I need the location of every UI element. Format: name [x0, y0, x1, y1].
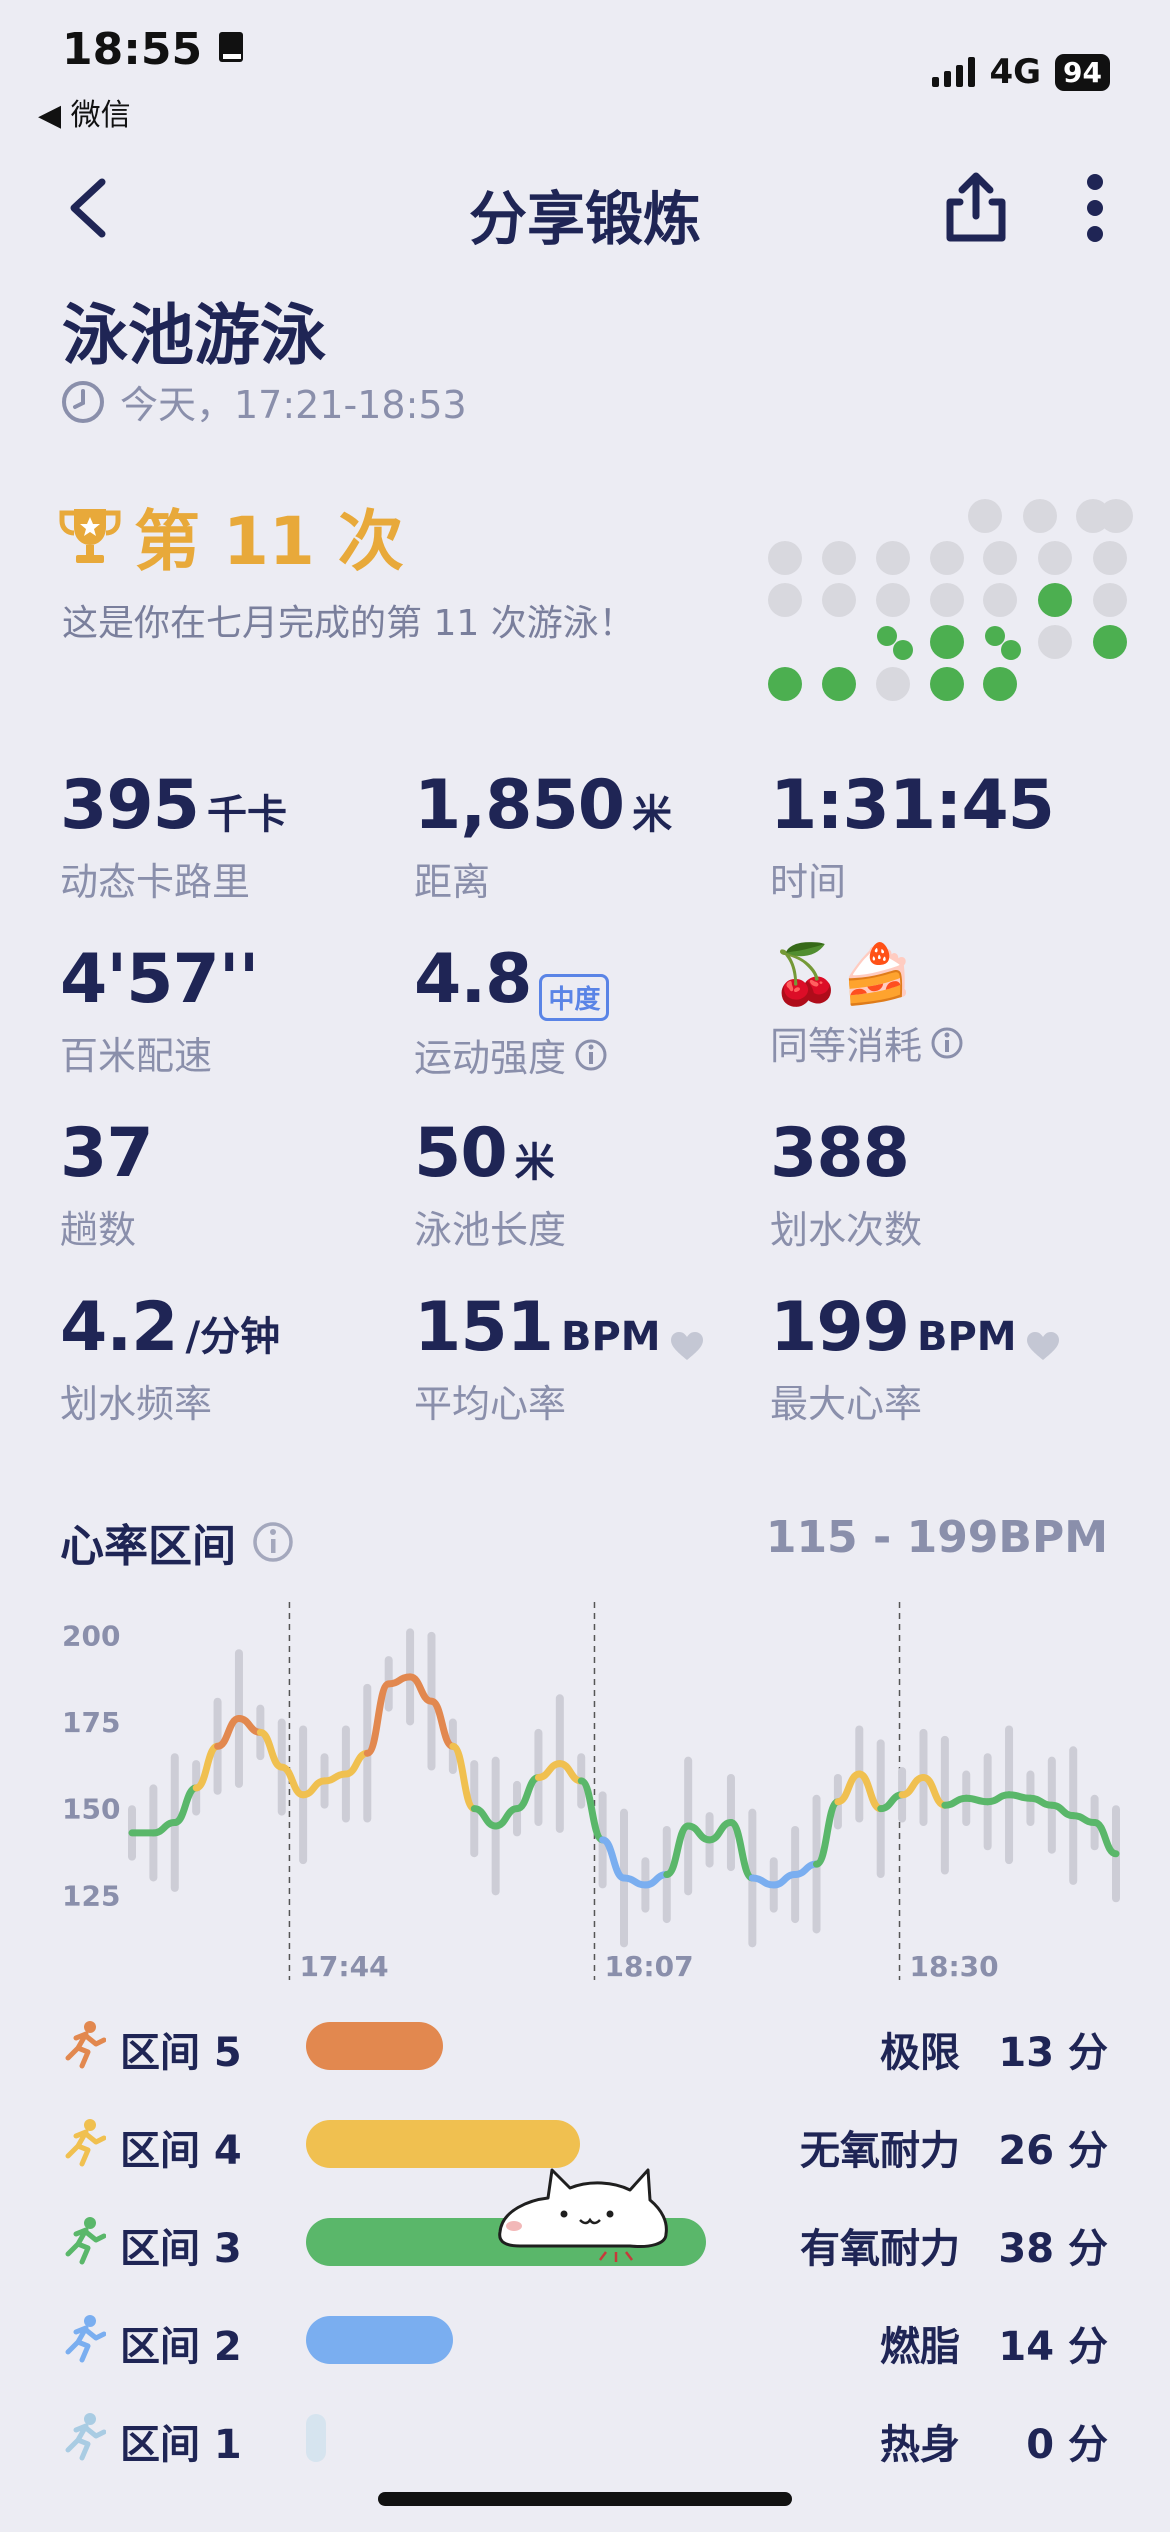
- zone-minutes: 26 分: [998, 2128, 1108, 2174]
- share-button[interactable]: [936, 168, 1016, 248]
- info-icon[interactable]: [930, 1026, 964, 1060]
- zone-bar: [306, 2316, 453, 2364]
- zone-minutes: 14 分: [998, 2324, 1108, 2370]
- stat-intensity: 4.8 中度 运动强度: [414, 940, 610, 1082]
- clock-icon: [62, 380, 104, 423]
- zone-name: 区间 1: [120, 2422, 242, 2468]
- y-tick-label: 125: [62, 1879, 120, 1912]
- stat-stroke-rate: 4.2/分钟 划水频率: [60, 1288, 281, 1426]
- status-time: 18:55: [62, 24, 247, 75]
- hr-zone-section-title: 心率区间: [60, 1510, 294, 1574]
- signal-icon: [932, 57, 976, 87]
- network-type: 4G: [989, 52, 1042, 92]
- stat-strokes: 388 划水次数: [770, 1114, 923, 1252]
- zone-description: 热身: [880, 2422, 960, 2468]
- hr-zone-row: 区间 5 极限 13 分: [0, 2010, 1170, 2080]
- zone-description: 燃脂: [880, 2324, 960, 2370]
- stat-equivalent: 🍒🍰 同等消耗: [770, 940, 964, 1070]
- x-tick-label: 18:30: [910, 1950, 999, 1983]
- zone-minutes: 0 分: [1026, 2422, 1108, 2468]
- zone-name: 区间 5: [120, 2030, 242, 2076]
- runner-icon: [65, 2217, 106, 2265]
- runner-icon: [65, 2413, 106, 2461]
- stat-max-hr: 199 BPM 最大心率: [770, 1288, 1060, 1428]
- heart-icon: [1026, 1331, 1059, 1360]
- stat-duration: 1:31:45 时间: [770, 766, 1055, 904]
- stat-avg-hr: 151 BPM 平均心率: [414, 1288, 704, 1428]
- stat-distance: 1,850 米 距离: [414, 766, 673, 904]
- heart-icon: [670, 1331, 703, 1360]
- zone-minutes: 13 分: [998, 2030, 1108, 2076]
- runner-icon: [65, 2315, 106, 2363]
- zone-bar: [306, 2022, 443, 2070]
- zone-bar: [306, 2414, 326, 2462]
- zone-name: 区间 4: [120, 2128, 242, 2174]
- workout-title: 泳池游泳: [62, 297, 326, 374]
- zone-description: 有氧耐力: [800, 2226, 960, 2272]
- runner-icon: [65, 2119, 106, 2167]
- more-options-button[interactable]: [1060, 168, 1130, 248]
- workout-time: 今天，17:21-18:53: [60, 374, 467, 429]
- x-tick-label: 17:44: [299, 1950, 388, 1983]
- hr-zone-row: 区间 2 燃脂 14 分: [0, 2304, 1170, 2374]
- zone-name: 区间 2: [120, 2324, 242, 2370]
- food-icons: 🍒🍰: [770, 940, 913, 1008]
- hr-range: 115 - 199BPM: [765, 1512, 1108, 1563]
- achievement-count: 第 11 次: [58, 488, 404, 584]
- hr-zone-row: 区间 1 热身 0 分: [0, 2402, 1170, 2472]
- zone-name: 区间 3: [120, 2226, 242, 2272]
- status-indicators: 4G 94: [932, 52, 1110, 92]
- info-icon[interactable]: [252, 1521, 294, 1563]
- monthly-activity-dots: [768, 499, 1133, 701]
- y-tick-label: 150: [62, 1793, 120, 1826]
- stat-pace: 4'57'' 百米配速: [60, 940, 259, 1078]
- achievement-subtitle: 这是你在七月完成的第 11 次游泳！: [62, 603, 635, 644]
- zone-minutes: 38 分: [998, 2226, 1108, 2272]
- info-icon[interactable]: [574, 1038, 608, 1072]
- zone-description: 无氧耐力: [800, 2128, 960, 2174]
- home-indicator[interactable]: [378, 2492, 792, 2506]
- y-tick-label: 175: [62, 1706, 120, 1739]
- trophy-icon: [59, 509, 121, 563]
- y-tick-label: 200: [62, 1619, 120, 1652]
- stat-calories: 395 千卡 动态卡路里: [60, 766, 287, 904]
- cat-sticker: [498, 2168, 668, 2262]
- book-icon: [219, 32, 244, 62]
- x-tick-label: 18:07: [604, 1950, 693, 1983]
- stat-pool-length: 50 米 泳池长度: [414, 1114, 567, 1252]
- back-to-wechat[interactable]: ◀ 微信: [38, 90, 131, 134]
- heart-rate-chart: 200 175 150 125 17:44 18:07 18:30: [62, 1602, 1120, 1983]
- stat-laps: 37 趟数: [60, 1114, 154, 1252]
- intensity-badge: 中度: [539, 974, 610, 1021]
- runner-icon: [65, 2021, 106, 2069]
- battery-level: 94: [1055, 53, 1110, 91]
- zone-description: 极限: [880, 2030, 960, 2076]
